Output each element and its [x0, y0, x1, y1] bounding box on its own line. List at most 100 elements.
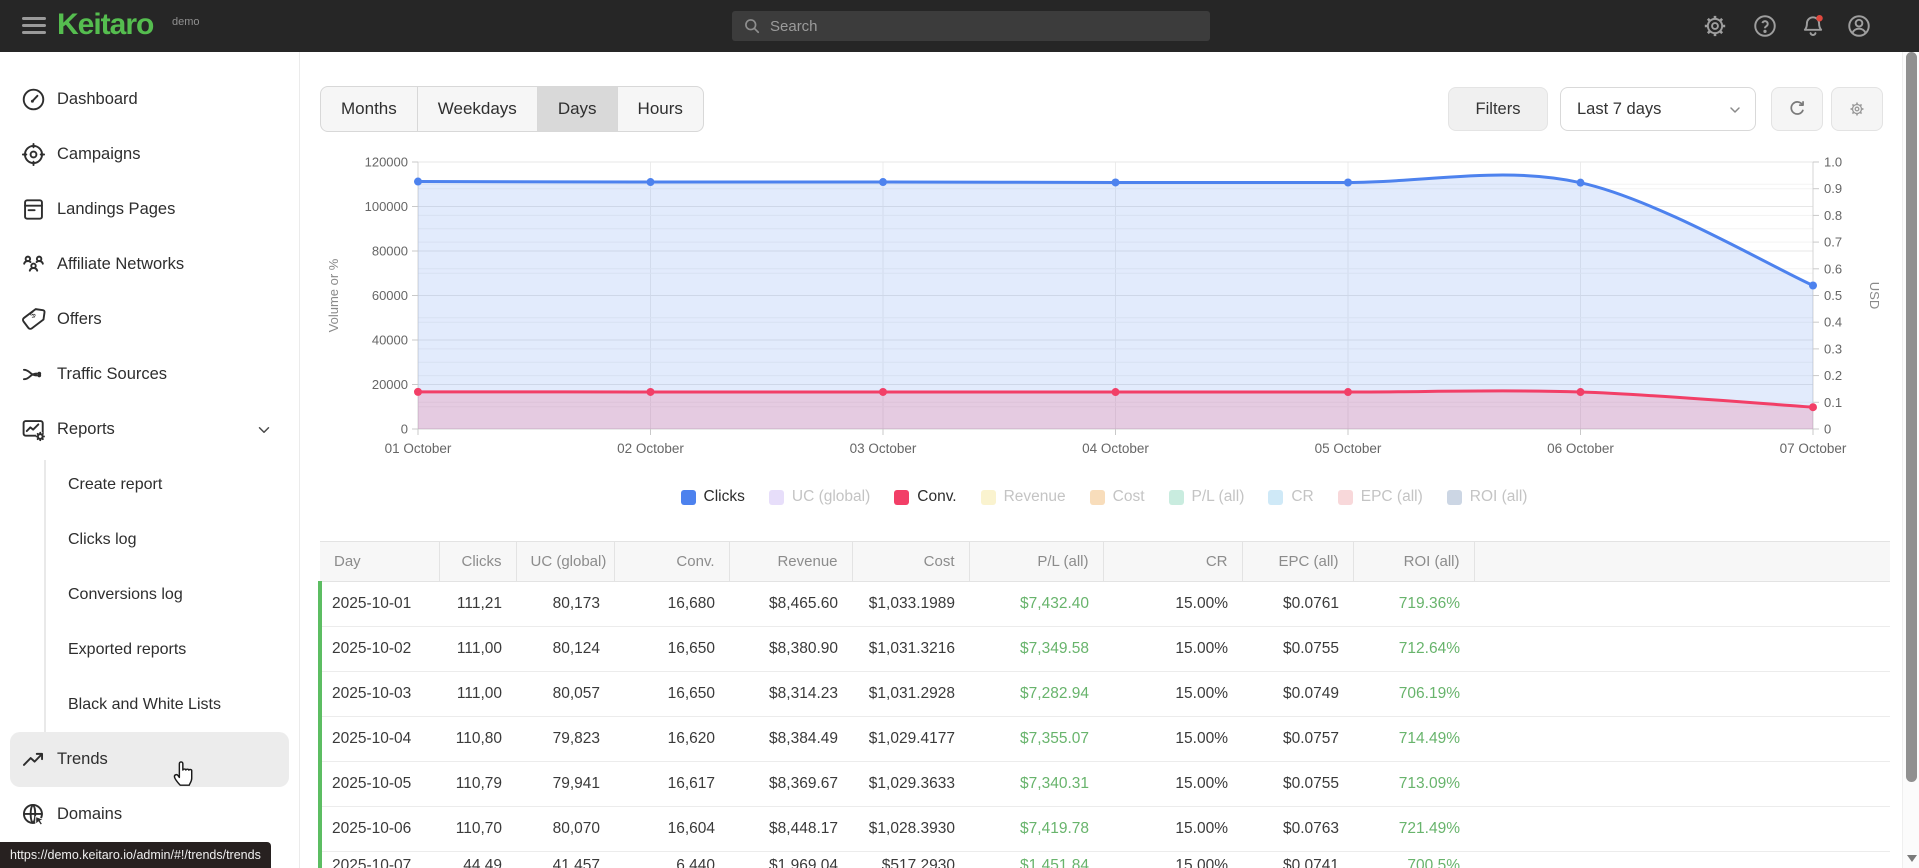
column-header-cr[interactable]: CR: [1103, 541, 1243, 582]
bell-icon[interactable]: [1800, 13, 1826, 39]
tab-days[interactable]: Days: [536, 87, 617, 131]
user-icon[interactable]: [1846, 13, 1872, 39]
sidebar-item-label: Create report: [68, 475, 163, 493]
legend-item-p-l-all[interactable]: P/L (all): [1168, 488, 1244, 506]
cell-uc-global: 79,941: [516, 761, 614, 807]
help-icon[interactable]: [1752, 13, 1778, 39]
svg-text:120000: 120000: [365, 155, 408, 170]
svg-text:20000: 20000: [372, 377, 408, 392]
sidebar-item-domains[interactable]: Domains: [0, 787, 299, 842]
data-point: [879, 387, 887, 396]
cell-cr: 15.00%: [1103, 806, 1242, 852]
legend-item-conv[interactable]: Conv.: [894, 488, 957, 506]
cell-clicks: 111,21: [439, 581, 516, 627]
legend-label: EPC (all): [1360, 488, 1423, 505]
sidebar-item-reports[interactable]: Reports: [0, 402, 299, 457]
cell-cr: 15.00%: [1103, 626, 1242, 672]
filters-button[interactable]: Filters: [1448, 87, 1548, 131]
cell-day: 2025-10-01: [318, 581, 439, 627]
legend-swatch: [1268, 489, 1284, 505]
svg-text:07 October: 07 October: [1780, 441, 1847, 456]
legend-swatch: [1446, 489, 1462, 505]
search-input[interactable]: [770, 17, 1190, 35]
cell-cr: 15.00%: [1103, 671, 1242, 717]
data-point: [1111, 178, 1120, 187]
date-range-select[interactable]: Last 7 days: [1560, 87, 1756, 131]
svg-text:0.2: 0.2: [1824, 368, 1842, 383]
tab-months[interactable]: Months: [321, 87, 417, 131]
submenu-guide-line: [44, 460, 46, 732]
legend-item-cr[interactable]: CR: [1268, 488, 1314, 506]
svg-text:0.7: 0.7: [1824, 235, 1842, 250]
cell-epc-all: $0.0755: [1242, 761, 1353, 807]
cell-revenue: $8,448.17: [729, 806, 852, 852]
scrollbar-thumb[interactable]: [1906, 52, 1917, 782]
sidebar-item-label: Black and White Lists: [68, 695, 221, 713]
global-search[interactable]: [732, 11, 1210, 41]
legend-item-cost[interactable]: Cost: [1089, 488, 1145, 506]
legend-item-epc-all[interactable]: EPC (all): [1337, 488, 1423, 506]
legend-item-revenue[interactable]: Revenue: [980, 488, 1066, 506]
sidebar-item-label: Landings Pages: [57, 200, 176, 218]
column-header-filler: [1474, 541, 1890, 582]
column-header-epc-all[interactable]: EPC (all): [1242, 541, 1354, 582]
legend-item-roi-all[interactable]: ROI (all): [1446, 488, 1527, 506]
cell-day: 2025-10-04: [318, 716, 439, 762]
cell-uc-global: 80,173: [516, 581, 614, 627]
svg-text:0.9: 0.9: [1824, 181, 1842, 196]
cell-roi-all: 714.49%: [1353, 716, 1474, 762]
page-scrollbar[interactable]: [1902, 52, 1919, 868]
svg-text:80000: 80000: [372, 244, 408, 259]
cell-filler: [1474, 716, 1890, 762]
svg-text:01 October: 01 October: [385, 441, 452, 456]
sidebar-item-label: Clicks log: [68, 530, 137, 548]
svg-text:0.4: 0.4: [1824, 315, 1842, 330]
hamburger-menu-icon[interactable]: [22, 17, 46, 35]
cell-p-l-all: $7,355.07: [969, 716, 1103, 762]
refresh-button[interactable]: [1771, 87, 1823, 131]
cell-cost: $1,028.3930: [852, 806, 969, 852]
sidebar-item-traffic-sources[interactable]: Traffic Sources: [0, 347, 299, 402]
sidebar-item-label: Exported reports: [68, 640, 187, 658]
sidebar-item-offers[interactable]: $ Offers: [0, 292, 299, 347]
cell-p-l-all: $7,340.31: [969, 761, 1103, 807]
legend-item-uc-global[interactable]: UC (global): [768, 488, 870, 506]
sidebar-item-landings-pages[interactable]: Landings Pages: [0, 182, 299, 237]
column-header-roi-all[interactable]: ROI (all): [1353, 541, 1475, 582]
svg-text:03 October: 03 October: [850, 441, 917, 456]
svg-text:0.6: 0.6: [1824, 261, 1842, 276]
sidebar-item-label: Campaigns: [57, 145, 141, 163]
offers-icon: $: [22, 308, 46, 330]
column-header-p-l-all[interactable]: P/L (all): [969, 541, 1104, 582]
cell-filler: [1474, 671, 1890, 717]
column-header-revenue[interactable]: Revenue: [729, 541, 853, 582]
scrollbar-down-arrow[interactable]: [1907, 855, 1917, 862]
app-logo[interactable]: Keitaro: [57, 8, 154, 42]
tab-hours[interactable]: Hours: [616, 87, 703, 131]
cell-uc-global: 41,457: [516, 851, 614, 868]
column-header-day[interactable]: Day: [320, 541, 440, 582]
data-point: [1111, 388, 1120, 397]
affiliate-icon: [23, 255, 44, 272]
svg-text:06 October: 06 October: [1547, 441, 1614, 456]
sidebar-item-label: Affiliate Networks: [57, 255, 185, 273]
tab-weekdays[interactable]: Weekdays: [416, 87, 537, 131]
sidebar-item-dashboard[interactable]: Dashboard: [0, 72, 299, 127]
gear-icon[interactable]: [1702, 13, 1728, 39]
data-point: [1809, 403, 1817, 412]
column-header-uc-global[interactable]: UC (global): [516, 541, 615, 582]
svg-text:60000: 60000: [372, 288, 408, 303]
chevron-down-icon[interactable]: [255, 421, 273, 444]
sidebar-item-campaigns[interactable]: Campaigns: [0, 127, 299, 182]
legend-item-clicks[interactable]: Clicks: [680, 488, 745, 506]
column-header-cost[interactable]: Cost: [852, 541, 970, 582]
sidebar-item-trends[interactable]: Trends: [10, 732, 289, 787]
campaigns-icon: [21, 142, 46, 167]
column-header-conv[interactable]: Conv.: [614, 541, 730, 582]
column-header-clicks[interactable]: Clicks: [439, 541, 517, 582]
status-url-tooltip: https://demo.keitaro.io/admin/#!/trends/…: [0, 842, 271, 868]
table-row: 2025-10-01 111,21 80,173 16,680 $8,465.60 $1,…: [318, 581, 1890, 627]
sidebar-item-affiliate-networks[interactable]: Affiliate Networks: [0, 237, 299, 292]
chart-settings-button[interactable]: [1831, 87, 1883, 131]
sidebar-item-label: Dashboard: [57, 90, 138, 108]
